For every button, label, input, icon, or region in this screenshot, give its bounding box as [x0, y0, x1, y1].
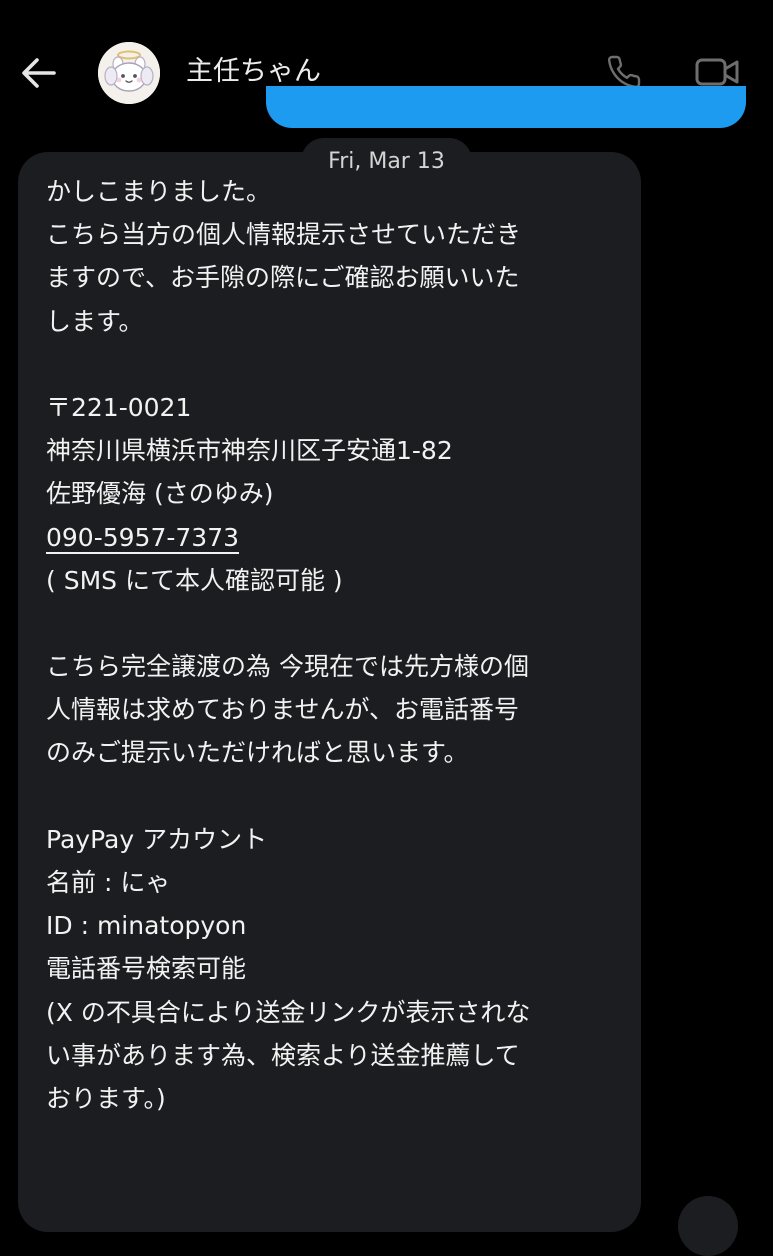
message-line: 人情報は求めておりませんが、お電話番号: [46, 695, 520, 725]
phone-number-line: 090-5957-7373: [46, 516, 613, 559]
address-line: 神奈川県横浜市神奈川区子安通1-82: [46, 436, 453, 466]
date-separator: Fri, Mar 13: [301, 138, 472, 184]
message-line: のみご提示いただければと思います。: [46, 738, 469, 768]
video-camera-icon: [695, 58, 739, 86]
message-line: ますので、お手隙の際にご確認お願いいた: [46, 263, 520, 293]
received-message-bubble[interactable]: かしこまりました。 こちら当方の個人情報提示させていただき ますので、お手隙の際…: [18, 152, 641, 1232]
avatar[interactable]: [98, 42, 160, 104]
phone-icon: [607, 55, 641, 89]
message-line: PayPay アカウント: [46, 824, 268, 854]
reaction-button[interactable]: [678, 1196, 738, 1256]
contact-name[interactable]: 主任ちゃん: [186, 54, 321, 90]
name-line: 佐野優海 (さのゆみ): [46, 479, 274, 509]
message-line: こちら当方の個人情報提示させていただき: [46, 220, 522, 250]
message-line: ID : minatopyon: [46, 911, 247, 941]
message-line: します。: [46, 306, 144, 336]
postal-code: 〒221-0021: [46, 392, 192, 422]
message-line: 名前 : にゃ: [46, 868, 171, 897]
sent-message-bubble[interactable]: [266, 86, 746, 128]
message-line: 電話番号検索可能: [46, 954, 247, 984]
avatar-character-icon: [98, 42, 160, 104]
message-line: こちら完全譲渡の為 今現在では先方様の個: [46, 652, 529, 682]
phone-number-link[interactable]: 090-5957-7373: [46, 523, 239, 552]
back-button[interactable]: [18, 52, 60, 94]
message-line: ( SMS にて本人確認可能 ): [46, 565, 343, 595]
message-line: おります。): [46, 1083, 166, 1113]
arrow-left-icon: [22, 58, 56, 88]
message-line: い事があります為、検索より送金推薦して: [46, 1040, 520, 1070]
message-line: (X の不具合により送金リンクが表示されな: [46, 997, 531, 1027]
